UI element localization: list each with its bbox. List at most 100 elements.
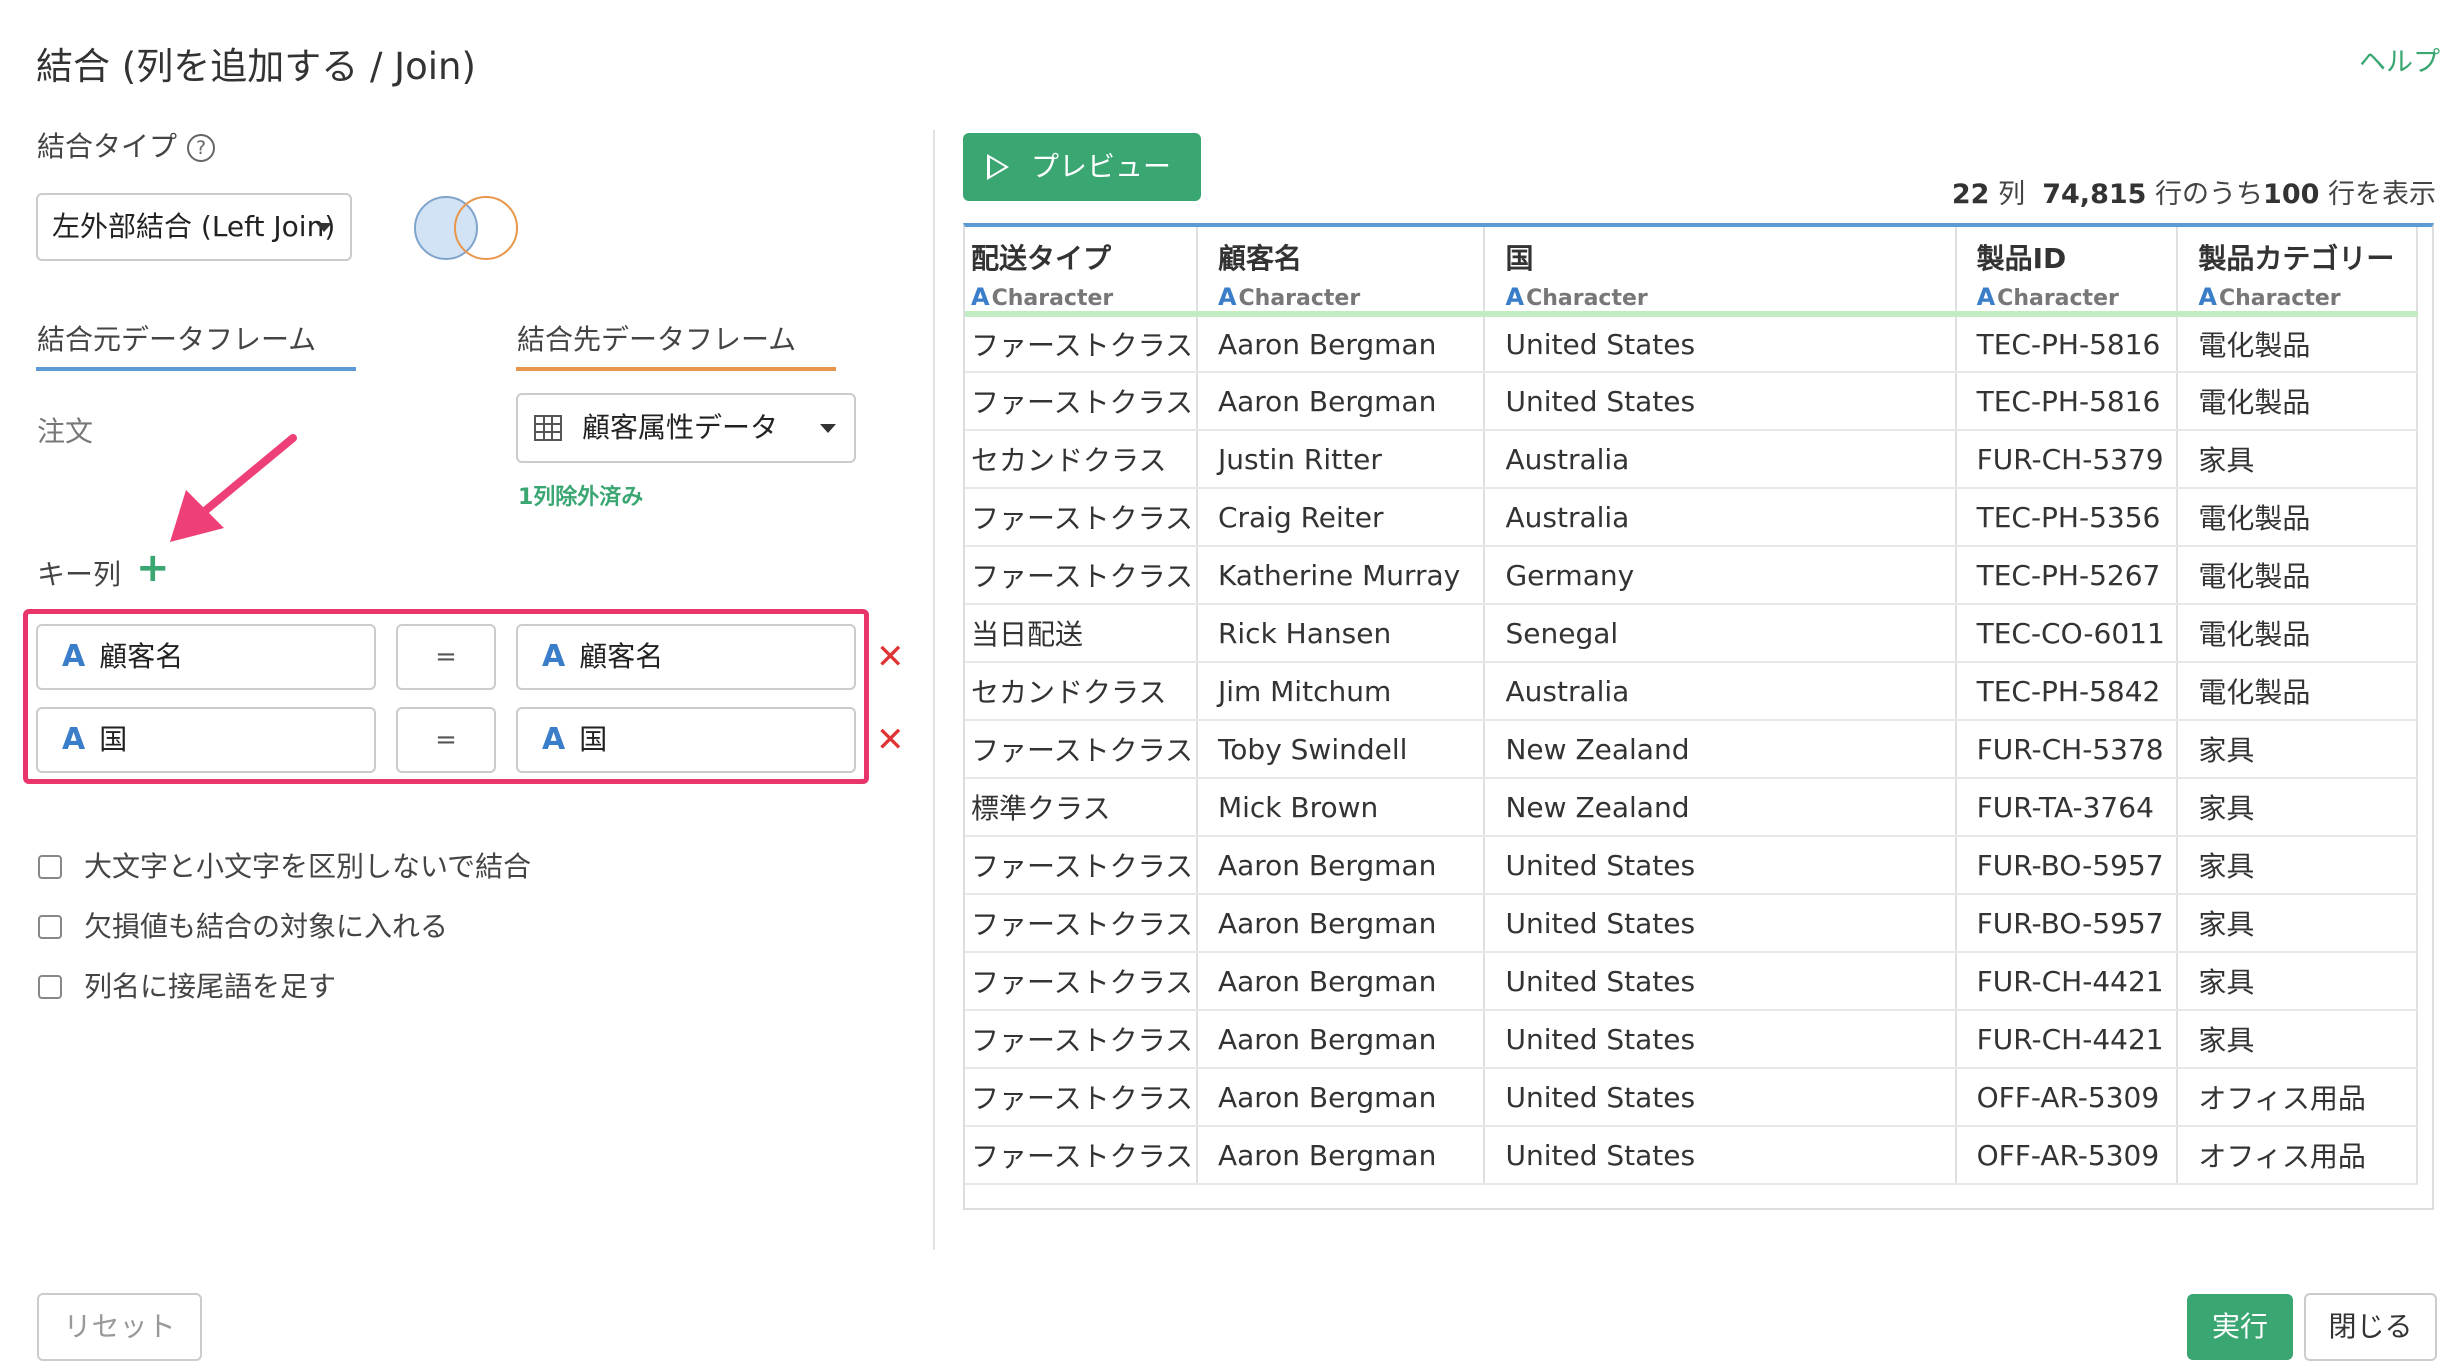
- target-dataframe-select[interactable]: 顧客属性データ: [516, 393, 856, 463]
- option-case-insensitive[interactable]: 大文字と小文字を区別しないで結合: [38, 845, 531, 885]
- tab-source-dataframe[interactable]: 結合元データフレーム: [37, 318, 316, 358]
- table-cell: Aaron Bergman: [1196, 1126, 1486, 1185]
- checkbox[interactable]: [38, 915, 62, 939]
- character-type-icon: A: [542, 639, 566, 674]
- option-label: 大文字と小文字を区別しないで結合: [84, 850, 532, 883]
- table-row: ファーストクラス Aaron Bergman United States FUR-BO…: [965, 894, 2418, 953]
- character-type-icon: A: [1217, 283, 1237, 311]
- table-cell: 家具: [2177, 894, 2418, 953]
- table-cell: 電化製品: [2177, 662, 2418, 721]
- table-cell: オフィス用品: [2177, 1126, 2418, 1185]
- preview-button[interactable]: プレビュー: [963, 133, 1201, 201]
- run-button[interactable]: 実行: [2187, 1294, 2293, 1360]
- table-cell: 家具: [2177, 430, 2418, 489]
- character-type-icon: A: [542, 722, 566, 757]
- table-row: ファーストクラス Aaron Bergman United States FUR-CH…: [965, 952, 2418, 1011]
- question-circle-icon[interactable]: ?: [187, 134, 216, 162]
- join-type-select[interactable]: 左外部結合 (Left Join): [36, 193, 352, 261]
- table-cell: Jim Mitchum: [1196, 662, 1486, 721]
- table-cell: ファーストクラス: [965, 720, 1198, 779]
- column-header[interactable]: 製品カテゴリー ACharacter: [2177, 227, 2418, 317]
- table-cell: ファーストクラス: [965, 372, 1198, 431]
- table-cell: Craig Reiter: [1196, 488, 1486, 547]
- column-type: ACharacter: [1505, 283, 1953, 311]
- play-icon: [987, 154, 1009, 180]
- table-row: 当日配送 Rick Hansen Senegal TEC-CO-6011 電化製品: [965, 604, 2418, 663]
- column-header[interactable]: 国 ACharacter: [1484, 227, 1957, 317]
- table-row: ファーストクラス Aaron Bergman United States FUR-BO…: [965, 836, 2418, 895]
- column-name: 顧客名: [1217, 242, 1302, 275]
- table-cell: Mick Brown: [1196, 778, 1486, 837]
- table-cell: United States: [1484, 372, 1957, 431]
- column-header[interactable]: 製品ID ACharacter: [1955, 227, 2179, 317]
- table-cell: 家具: [2177, 952, 2418, 1011]
- total-rows: 74,815: [2042, 179, 2147, 210]
- character-type-icon: A: [62, 722, 86, 757]
- source-dataframe-name: 注文: [37, 415, 94, 448]
- left-key-field-2[interactable]: A国: [36, 707, 376, 773]
- character-type-icon: A: [1505, 283, 1525, 311]
- table-cell: オフィス用品: [2177, 1068, 2418, 1127]
- join-operator-1[interactable]: =: [396, 624, 496, 690]
- column-name: 製品ID: [1976, 242, 2067, 275]
- checkbox[interactable]: [38, 975, 62, 999]
- table-row: ファーストクラス Toby Swindell New Zealand FUR-CH-5…: [965, 720, 2418, 779]
- preview-table: 配送タイプ ACharacter 顧客名 ACharacter 国 ACharacter 製…: [965, 227, 2418, 1185]
- table-cell: OFF-AR-5309: [1955, 1068, 2179, 1127]
- table-cell: 電化製品: [2177, 546, 2418, 605]
- target-dataframe-selected: 顧客属性データ: [582, 411, 779, 444]
- table-cell: Aaron Bergman: [1196, 836, 1486, 895]
- table-cell: Aaron Bergman: [1196, 894, 1486, 953]
- header-row: 配送タイプ ACharacter 顧客名 ACharacter 国 ACharacter 製…: [965, 227, 2418, 317]
- right-key-field-2[interactable]: A国: [516, 707, 856, 773]
- table-row: ファーストクラス Aaron Bergman United States TEC-PH…: [965, 372, 2418, 431]
- table-cell: TEC-PH-5816: [1955, 314, 2179, 373]
- join-operator-2[interactable]: =: [396, 707, 496, 773]
- option-include-missing[interactable]: 欠損値も結合の対象に入れる: [38, 905, 448, 945]
- table-cell: 家具: [2177, 836, 2418, 895]
- preview-button-label: プレビュー: [1031, 150, 1172, 183]
- column-name: 国: [1505, 242, 1534, 275]
- table-cell: FUR-TA-3764: [1955, 778, 2179, 837]
- table-cell: Australia: [1484, 430, 1957, 489]
- left-key-value-2: 国: [99, 723, 128, 756]
- table-row: ファーストクラス Aaron Bergman United States TEC-PH…: [965, 314, 2418, 373]
- table-cell: OFF-AR-5309: [1955, 1126, 2179, 1185]
- table-cell: ファーストクラス: [965, 1126, 1198, 1185]
- table-cell: TEC-PH-5356: [1955, 488, 2179, 547]
- checkbox[interactable]: [38, 855, 62, 879]
- left-key-field-1[interactable]: A 顧客名: [36, 624, 376, 690]
- help-link[interactable]: ヘルプ: [2359, 40, 2440, 79]
- delete-key-2-icon[interactable]: ✕: [876, 723, 905, 757]
- excluded-columns-note[interactable]: 1列除外済み: [518, 479, 643, 511]
- table-cell: 当日配送: [965, 604, 1198, 663]
- table-cell: United States: [1484, 836, 1957, 895]
- table-icon: [534, 415, 562, 441]
- column-type-label: Character: [1997, 286, 2119, 311]
- table-row: セカンドクラス Jim Mitchum Australia TEC-PH-5842 電化…: [965, 662, 2418, 721]
- reset-button[interactable]: リセット: [37, 1293, 202, 1361]
- chevron-down-icon: [316, 223, 332, 232]
- column-type-label: Character: [1238, 286, 1361, 311]
- table-cell: United States: [1484, 1010, 1957, 1069]
- table-cell: ファーストクラス: [965, 1068, 1198, 1127]
- right-key-value-2: 国: [579, 723, 608, 756]
- table-cell: ファーストクラス: [965, 314, 1198, 373]
- column-header[interactable]: 配送タイプ ACharacter: [965, 227, 1198, 317]
- table-cell: Senegal: [1484, 604, 1957, 663]
- add-key-plus-icon[interactable]: +: [136, 548, 170, 588]
- tab-target-dataframe[interactable]: 結合先データフレーム: [517, 318, 796, 358]
- delete-key-1-icon[interactable]: ✕: [876, 640, 905, 674]
- chevron-down-icon: [820, 424, 836, 433]
- column-type: ACharacter: [1217, 283, 1483, 311]
- option-add-suffix[interactable]: 列名に接尾語を足す: [38, 965, 336, 1005]
- row-count-summary: 22 列 74,815 行のうち100 行を表示: [1952, 172, 2436, 211]
- table-cell: Katherine Murray: [1196, 546, 1486, 605]
- right-key-field-1[interactable]: A 顧客名: [516, 624, 856, 690]
- panel-divider: [933, 130, 935, 1250]
- table-cell: United States: [1484, 952, 1957, 1011]
- column-header[interactable]: 顧客名 ACharacter: [1196, 227, 1486, 317]
- table-cell: Australia: [1484, 488, 1957, 547]
- preview-grid[interactable]: 配送タイプ ACharacter 顧客名 ACharacter 国 ACharacter 製…: [963, 223, 2434, 1210]
- close-button[interactable]: 閉じる: [2304, 1293, 2437, 1361]
